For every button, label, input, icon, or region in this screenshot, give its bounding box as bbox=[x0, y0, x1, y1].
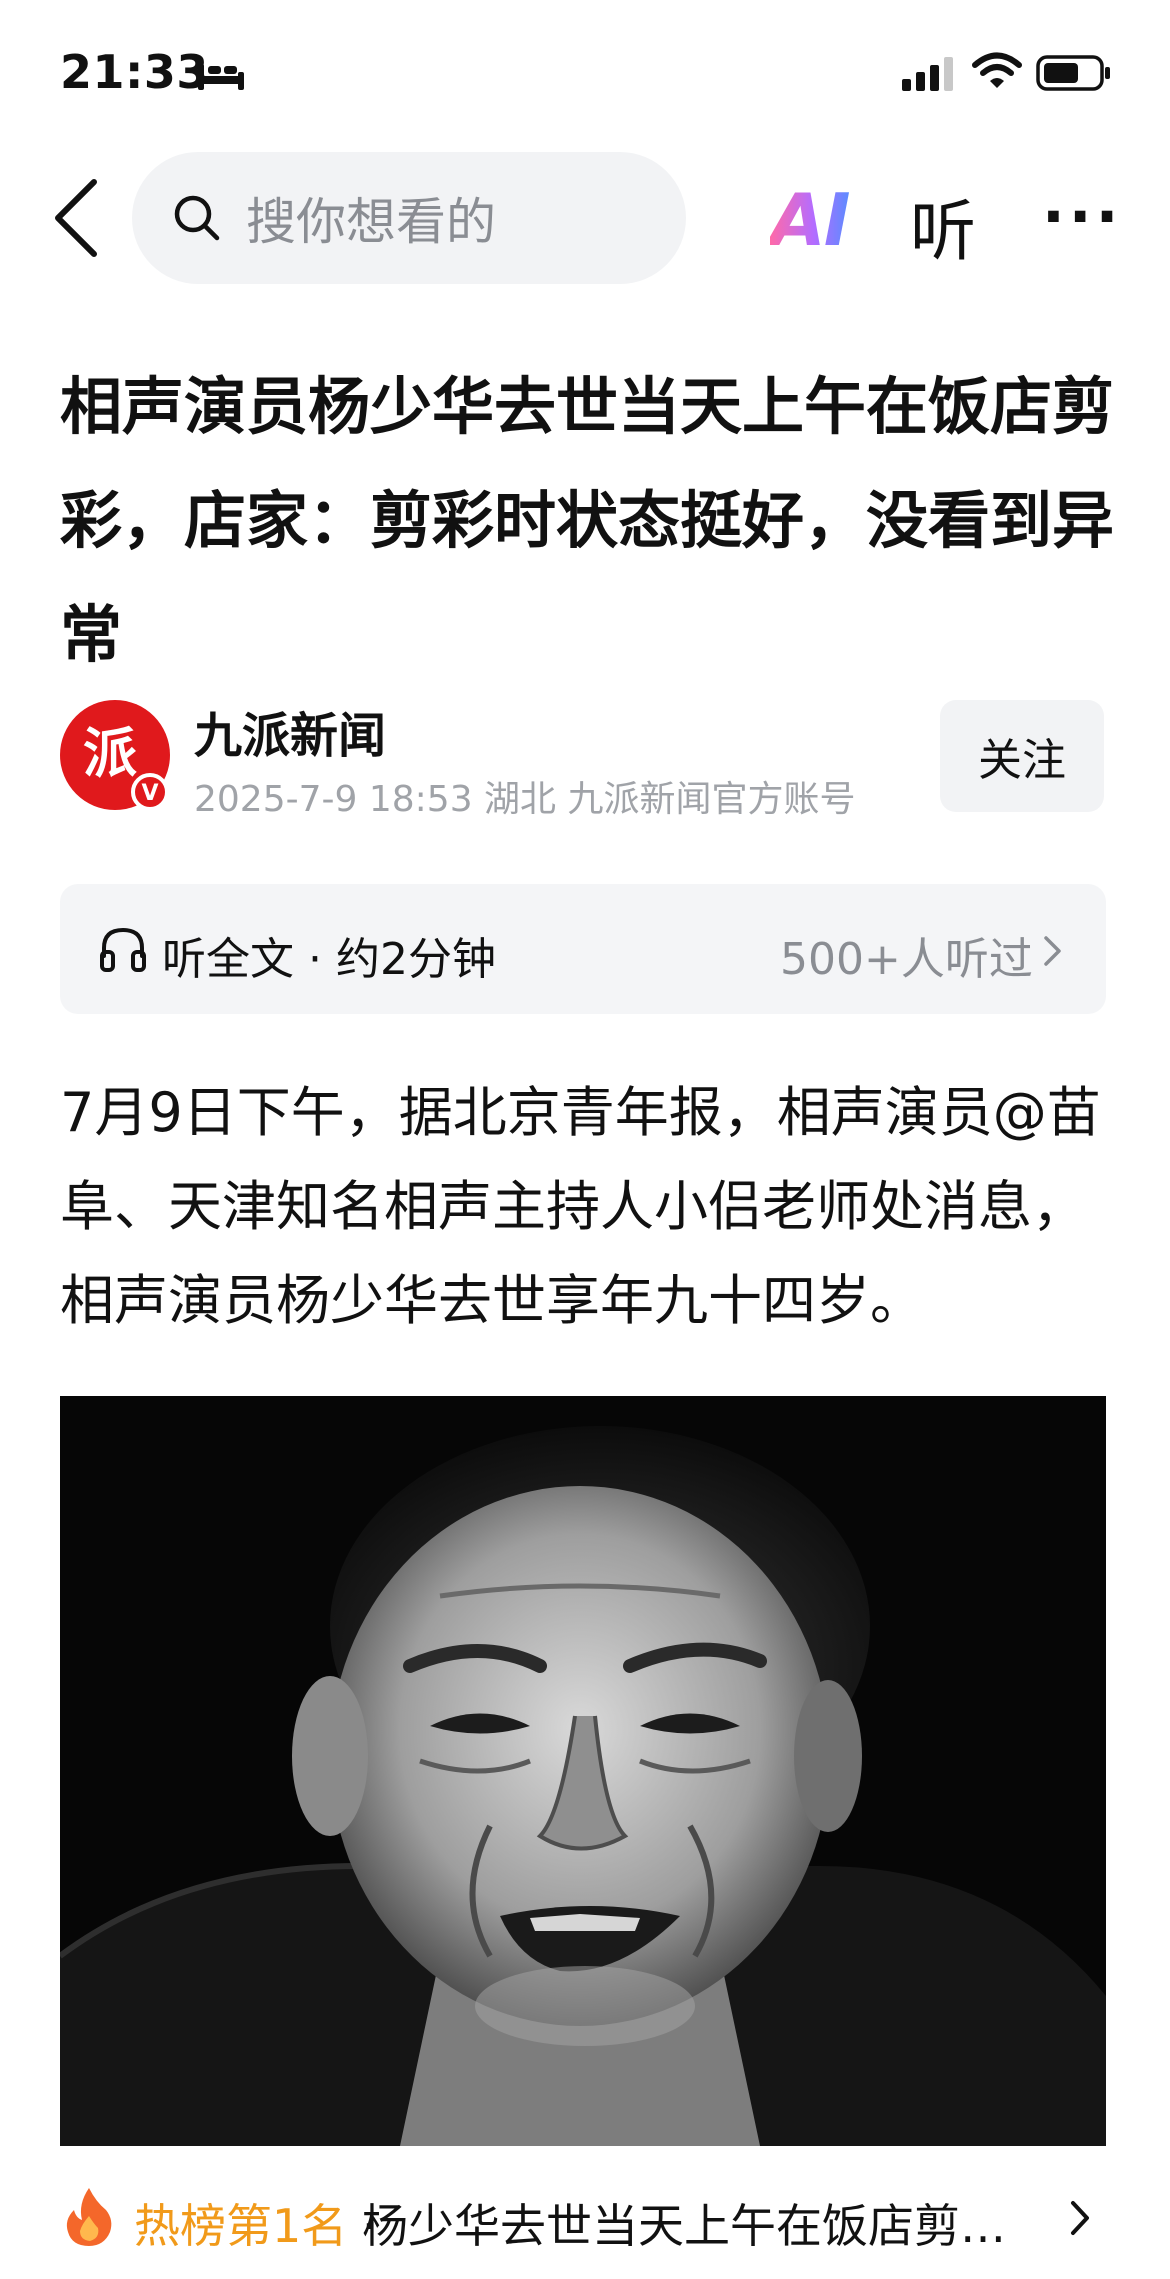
author-meta: 2025-7-9 18:53 湖北 九派新闻官方账号 bbox=[194, 779, 856, 820]
hot-rank-label: 热榜第1名 · bbox=[134, 2199, 377, 2253]
author-name[interactable]: 九派新闻 bbox=[194, 696, 386, 766]
ai-button[interactable]: AI bbox=[770, 178, 851, 262]
status-time: 21:33 bbox=[60, 45, 209, 99]
headphone-icon bbox=[100, 927, 146, 972]
battery-icon bbox=[1036, 55, 1110, 91]
fire-icon bbox=[66, 2188, 112, 2246]
follow-button[interactable]: 关注 bbox=[940, 700, 1104, 812]
chevron-right-icon[interactable] bbox=[1068, 2198, 1092, 2238]
article-body: 7月9日下午，据北京青年报，相声演员@苗阜、天津知名相声主持人小侣老师处消息，相… bbox=[60, 1081, 1101, 1332]
article-title: 相声演员杨少华去世当天上午在饭店剪彩，店家：剪彩时状态挺好，没看到异常 bbox=[60, 370, 1115, 671]
listen-count: 500+人听过 bbox=[780, 934, 1033, 985]
author-avatar[interactable]: 派 V bbox=[60, 700, 170, 810]
listen-button[interactable]: 听 bbox=[910, 178, 976, 274]
more-button[interactable]: ··· bbox=[1042, 182, 1122, 252]
avatar-logo: 派 bbox=[83, 722, 137, 785]
wifi-icon bbox=[972, 52, 1022, 88]
search-input[interactable]: 搜你想看的 bbox=[132, 152, 686, 284]
verified-badge: V bbox=[141, 781, 158, 806]
listen-label: 听全文 · 约2分钟 bbox=[162, 934, 496, 985]
sleep-icon bbox=[198, 64, 244, 90]
portrait-illustration bbox=[60, 1396, 1106, 2146]
hot-headline[interactable]: 杨少华去世当天上午在饭店剪彩，店家：剪彩时状态挺好 bbox=[362, 2190, 1022, 2256]
search-icon bbox=[174, 195, 220, 241]
signal-icon bbox=[902, 57, 953, 91]
search-placeholder: 搜你想看的 bbox=[246, 193, 496, 251]
chevron-right-icon bbox=[1044, 936, 1061, 966]
back-button[interactable] bbox=[48, 176, 104, 260]
article-photo[interactable] bbox=[60, 1396, 1106, 2146]
